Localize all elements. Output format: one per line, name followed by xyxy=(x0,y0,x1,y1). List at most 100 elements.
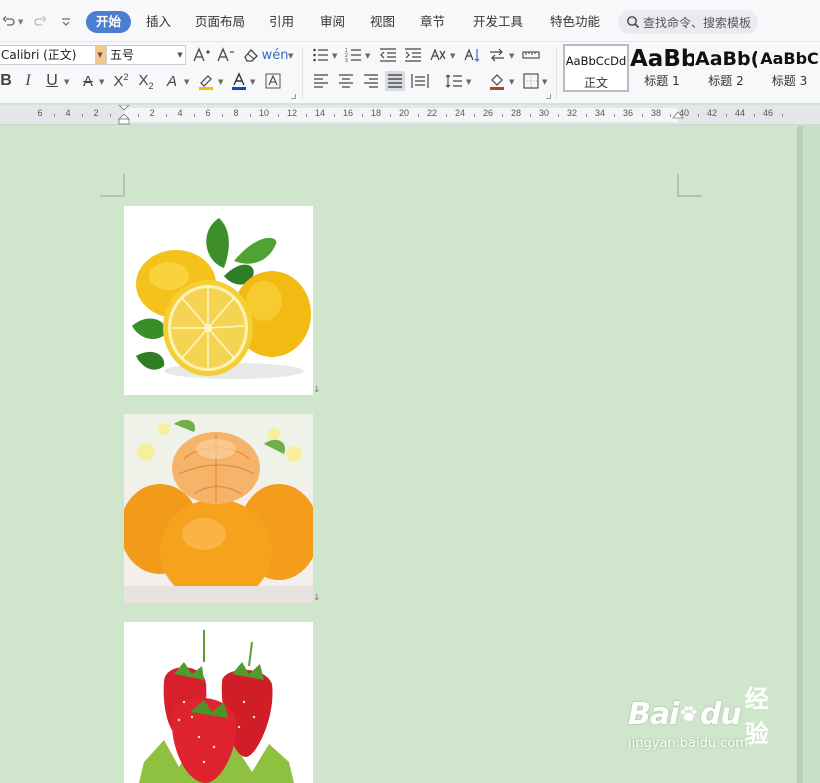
decrease-indent-button[interactable] xyxy=(378,45,398,65)
right-indent-marker-icon[interactable] xyxy=(672,110,684,124)
underline-button[interactable]: U xyxy=(42,71,62,91)
chinese-layout-button[interactable] xyxy=(428,45,448,65)
bullets-button[interactable] xyxy=(311,45,331,65)
ruler-tick xyxy=(82,114,83,117)
strikethrough-button[interactable]: A xyxy=(78,71,98,91)
bold-button[interactable]: B xyxy=(0,71,16,91)
ruler-tick xyxy=(194,114,195,117)
increase-indent-button[interactable] xyxy=(403,45,423,65)
customize-quick-access-button[interactable] xyxy=(60,13,72,31)
ruler-tick xyxy=(502,114,503,117)
justify-icon xyxy=(388,74,402,88)
superscript-button[interactable]: X2 xyxy=(111,71,131,91)
align-right-button[interactable] xyxy=(361,71,381,91)
shrink-font-button[interactable] xyxy=(216,45,236,65)
tab-section[interactable]: 章节 xyxy=(410,11,455,33)
style-name: 标题 1 xyxy=(644,74,680,88)
grow-font-button[interactable] xyxy=(192,45,212,65)
strawberry-image[interactable] xyxy=(124,622,313,783)
chevron-down-icon: ▼ xyxy=(99,78,105,86)
undo-button[interactable]: ▼ xyxy=(2,13,23,31)
redo-button[interactable] xyxy=(33,13,47,31)
character-border-button[interactable] xyxy=(263,71,283,91)
ruler-tick xyxy=(558,114,559,117)
align-left-button[interactable] xyxy=(311,71,331,91)
shrink-font-icon xyxy=(217,47,234,62)
horizontal-ruler[interactable]: 6 4 2 2 4 6 8 10 12 14 16 18 20 22 24 26 28 30 32 34 36 38 40 4… xyxy=(0,105,820,125)
chevron-down-icon: ▼ xyxy=(466,78,472,86)
font-name-select[interactable]: Calibri (正文) ▼ xyxy=(0,45,106,65)
ruler-tick xyxy=(278,114,279,117)
text-direction-button[interactable] xyxy=(462,45,482,65)
tab-review[interactable]: 审阅 xyxy=(310,11,355,33)
numbered-list-icon: 123 xyxy=(345,48,361,63)
ruler-tick xyxy=(530,114,531,117)
menu-bar: ▼ 开始 插入 页面布局 引用 审阅 视图 章节 开发工具 特色功能 查找命令、… xyxy=(0,0,820,42)
document-area[interactable]: ↓ ↓ Bai du 经验 jingyan.baidu.com xyxy=(0,126,820,783)
borders-button[interactable] xyxy=(521,71,541,91)
line-break-button[interactable] xyxy=(487,45,507,65)
style-normal[interactable]: AaBbCcDd 正文 xyxy=(563,44,629,92)
style-name: 正文 xyxy=(583,76,608,90)
style-heading-2[interactable]: AaBb( 标题 2 xyxy=(695,44,757,92)
character-border-icon xyxy=(265,73,281,89)
customize-icon xyxy=(62,18,70,26)
show-ruler-button[interactable] xyxy=(521,45,541,65)
highlight-button[interactable] xyxy=(196,71,216,91)
ruler-tick xyxy=(474,114,475,117)
font-color-button[interactable] xyxy=(229,71,249,91)
tab-special-features[interactable]: 特色功能 xyxy=(540,11,610,33)
subscript-icon: X2 xyxy=(138,71,154,91)
numbering-button[interactable]: 123 xyxy=(344,45,364,65)
shading-button[interactable] xyxy=(487,71,507,91)
phonetic-guide-button[interactable]: wén xyxy=(262,45,289,65)
line-spacing-button[interactable] xyxy=(444,71,464,91)
font-dialog-launcher[interactable] xyxy=(291,94,296,99)
page-edge xyxy=(803,126,820,783)
ruler-label: 6 xyxy=(37,108,43,118)
tab-insert[interactable]: 插入 xyxy=(136,11,181,33)
distributed-align-icon xyxy=(411,74,429,88)
ruler-tick xyxy=(670,114,671,117)
italic-button[interactable]: I xyxy=(18,71,38,91)
crop-mark-top-left xyxy=(100,174,125,197)
ruler-label: 2 xyxy=(93,108,99,118)
font-size-select[interactable]: 五号 ▼ xyxy=(106,45,186,65)
lemon-image[interactable] xyxy=(124,206,313,395)
ruler-label: 38 xyxy=(650,108,662,118)
ruler-label: 44 xyxy=(734,108,746,118)
orange-image[interactable] xyxy=(124,414,313,603)
ruler-label: 36 xyxy=(622,108,634,118)
search-label: 查找命令、搜索模板 xyxy=(643,15,752,30)
distributed-align-button[interactable] xyxy=(410,71,430,91)
style-heading-1[interactable]: AaBb 标题 1 xyxy=(630,44,694,92)
ruler-label: 34 xyxy=(594,108,606,118)
ruler-tick xyxy=(138,114,139,117)
align-center-button[interactable] xyxy=(336,71,356,91)
ruler-label: 30 xyxy=(538,108,550,118)
ruler-icon xyxy=(522,51,540,59)
paragraph-dialog-launcher[interactable] xyxy=(546,94,551,99)
tab-page-layout[interactable]: 页面布局 xyxy=(185,11,255,33)
baidu-watermark: Bai du 经验 jingyan.baidu.com xyxy=(628,685,778,764)
tab-home[interactable]: 开始 xyxy=(86,11,132,33)
strawberry-illustration xyxy=(124,622,313,783)
indent-marker-icon[interactable] xyxy=(118,105,130,125)
text-effect-button[interactable]: A xyxy=(162,71,182,91)
border-icon xyxy=(523,73,539,89)
font-name-value: Calibri (正文) xyxy=(1,48,77,62)
justify-button[interactable] xyxy=(385,71,405,91)
tab-view[interactable]: 视图 xyxy=(360,11,405,33)
command-search-box[interactable]: 查找命令、搜索模板 xyxy=(618,10,758,34)
chevron-down-icon: ▼ xyxy=(218,78,224,86)
paint-bucket-icon xyxy=(490,74,504,90)
ruler-label: 14 xyxy=(314,108,326,118)
tab-developer-tools[interactable]: 开发工具 xyxy=(463,11,533,33)
swap-arrows-icon xyxy=(490,48,504,62)
style-heading-3[interactable]: AaBbC 标题 3 xyxy=(759,44,820,92)
paragraph-mark: ↓ xyxy=(313,593,321,603)
clear-formatting-button[interactable] xyxy=(241,45,261,65)
subscript-button[interactable]: X2 xyxy=(136,71,156,91)
tab-references[interactable]: 引用 xyxy=(259,11,304,33)
watermark-brand: Bai xyxy=(628,696,679,732)
